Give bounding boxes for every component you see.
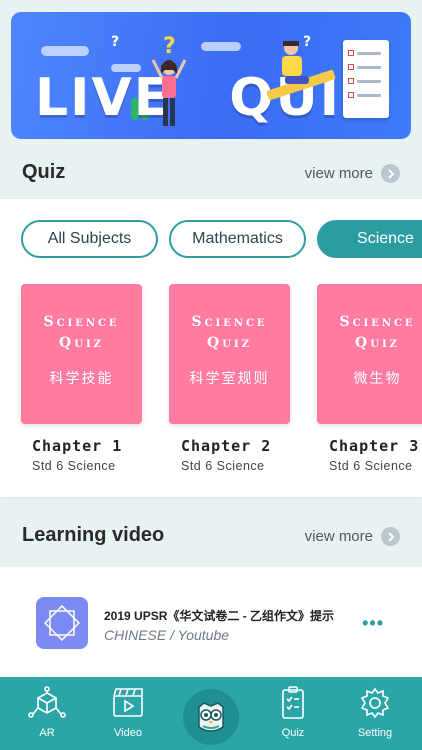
nav-label: Quiz [281, 727, 305, 739]
filter-label: Mathematics [192, 230, 283, 247]
nav-label: Video [114, 727, 142, 739]
card-grade-label: Std 6 Science [181, 459, 265, 473]
cloud-decoration [201, 42, 241, 51]
card-cover-line1: Science [339, 314, 416, 330]
checklist-paper-icon [343, 40, 389, 118]
card-chapter-title: Chapter 3 [329, 437, 420, 455]
video-view-more-label: view more [304, 528, 373, 545]
nav-item-quiz[interactable]: Quiz [261, 685, 325, 739]
chevron-right-icon [381, 164, 400, 183]
owl-home-icon [198, 702, 224, 732]
nav-label: Setting [357, 727, 393, 739]
filter-mathematics[interactable]: Mathematics [169, 220, 306, 258]
card-cover-title: Science Quiz [21, 312, 142, 354]
filter-science[interactable]: Science [317, 220, 422, 258]
card-cover-subtitle: 科学室规则 [189, 370, 270, 386]
card-grade-label: Std 6 Science [32, 459, 116, 473]
card-cover-line2: Quiz [59, 335, 104, 351]
card-cover-title: Science Quiz [169, 312, 290, 354]
nav-item-video[interactable]: Video [96, 685, 160, 739]
quiz-panel: All Subjects Mathematics Science Science… [0, 199, 422, 497]
video-section-header: Learning video view more [0, 515, 422, 559]
card-cover-title: Science Quiz [317, 312, 422, 354]
video-thumbnail-icon [36, 597, 88, 649]
quiz-clipboard-icon [282, 686, 304, 719]
card-cover-subtitle: 微生物 [353, 370, 402, 386]
card-cover-subtitle: 科学技能 [49, 370, 114, 386]
gear-icon [360, 687, 390, 719]
cloud-decoration [41, 46, 89, 56]
student-illustration [151, 59, 187, 126]
video-clapper-icon [113, 688, 143, 717]
nav-label: AR [39, 727, 55, 739]
card-chapter-title: Chapter 1 [32, 437, 123, 455]
quiz-card-chapter-3[interactable]: Science Quiz 微生物 [317, 284, 422, 424]
video-view-more-link[interactable]: view more [305, 527, 400, 546]
nav-item-ar[interactable]: AR [15, 685, 79, 739]
chevron-right-icon [381, 527, 400, 546]
nav-item-setting[interactable]: Setting [343, 685, 407, 739]
card-cover-line1: Science [191, 314, 268, 330]
ar-cube-icon [28, 686, 66, 718]
card-grade-label: Std 6 Science [329, 459, 413, 473]
filter-label: All Subjects [47, 230, 132, 247]
card-cover-line2: Quiz [207, 335, 252, 351]
video-title: 2019 UPSR《华文试卷二 - 乙组作文》提示 [104, 609, 335, 623]
owl-home-button[interactable] [183, 689, 239, 745]
quiz-card-chapter-2[interactable]: Science Quiz 科学室规则 [169, 284, 290, 424]
filter-all-subjects[interactable]: All Subjects [21, 220, 158, 258]
card-cover-line2: Quiz [355, 335, 400, 351]
card-cover-line1: Science [43, 314, 120, 330]
bottom-navigation: AR Video Quiz Setting [0, 677, 422, 750]
card-chapter-title: Chapter 2 [181, 437, 272, 455]
video-subtitle: CHINESE / Youtube [104, 627, 230, 643]
quiz-view-more-label: view more [304, 165, 373, 182]
live-quiz-banner[interactable]: ? ? ? ? LIVEQUIZ [11, 12, 411, 139]
video-section-title: Learning video [22, 524, 165, 546]
teacher-illustration [282, 41, 309, 84]
quiz-card-chapter-1[interactable]: Science Quiz 科学技能 [21, 284, 142, 424]
quiz-section-header: Quiz view more [0, 152, 422, 196]
question-mark-icon: ? [111, 34, 120, 50]
filter-label: Science [357, 230, 414, 247]
quiz-section-title: Quiz [22, 161, 66, 183]
quiz-view-more-link[interactable]: view more [305, 164, 400, 183]
video-list-item[interactable]: 2019 UPSR《华文试卷二 - 乙组作文》提示 CHINESE / Yout… [0, 567, 422, 677]
more-options-icon[interactable]: ••• [362, 613, 384, 634]
